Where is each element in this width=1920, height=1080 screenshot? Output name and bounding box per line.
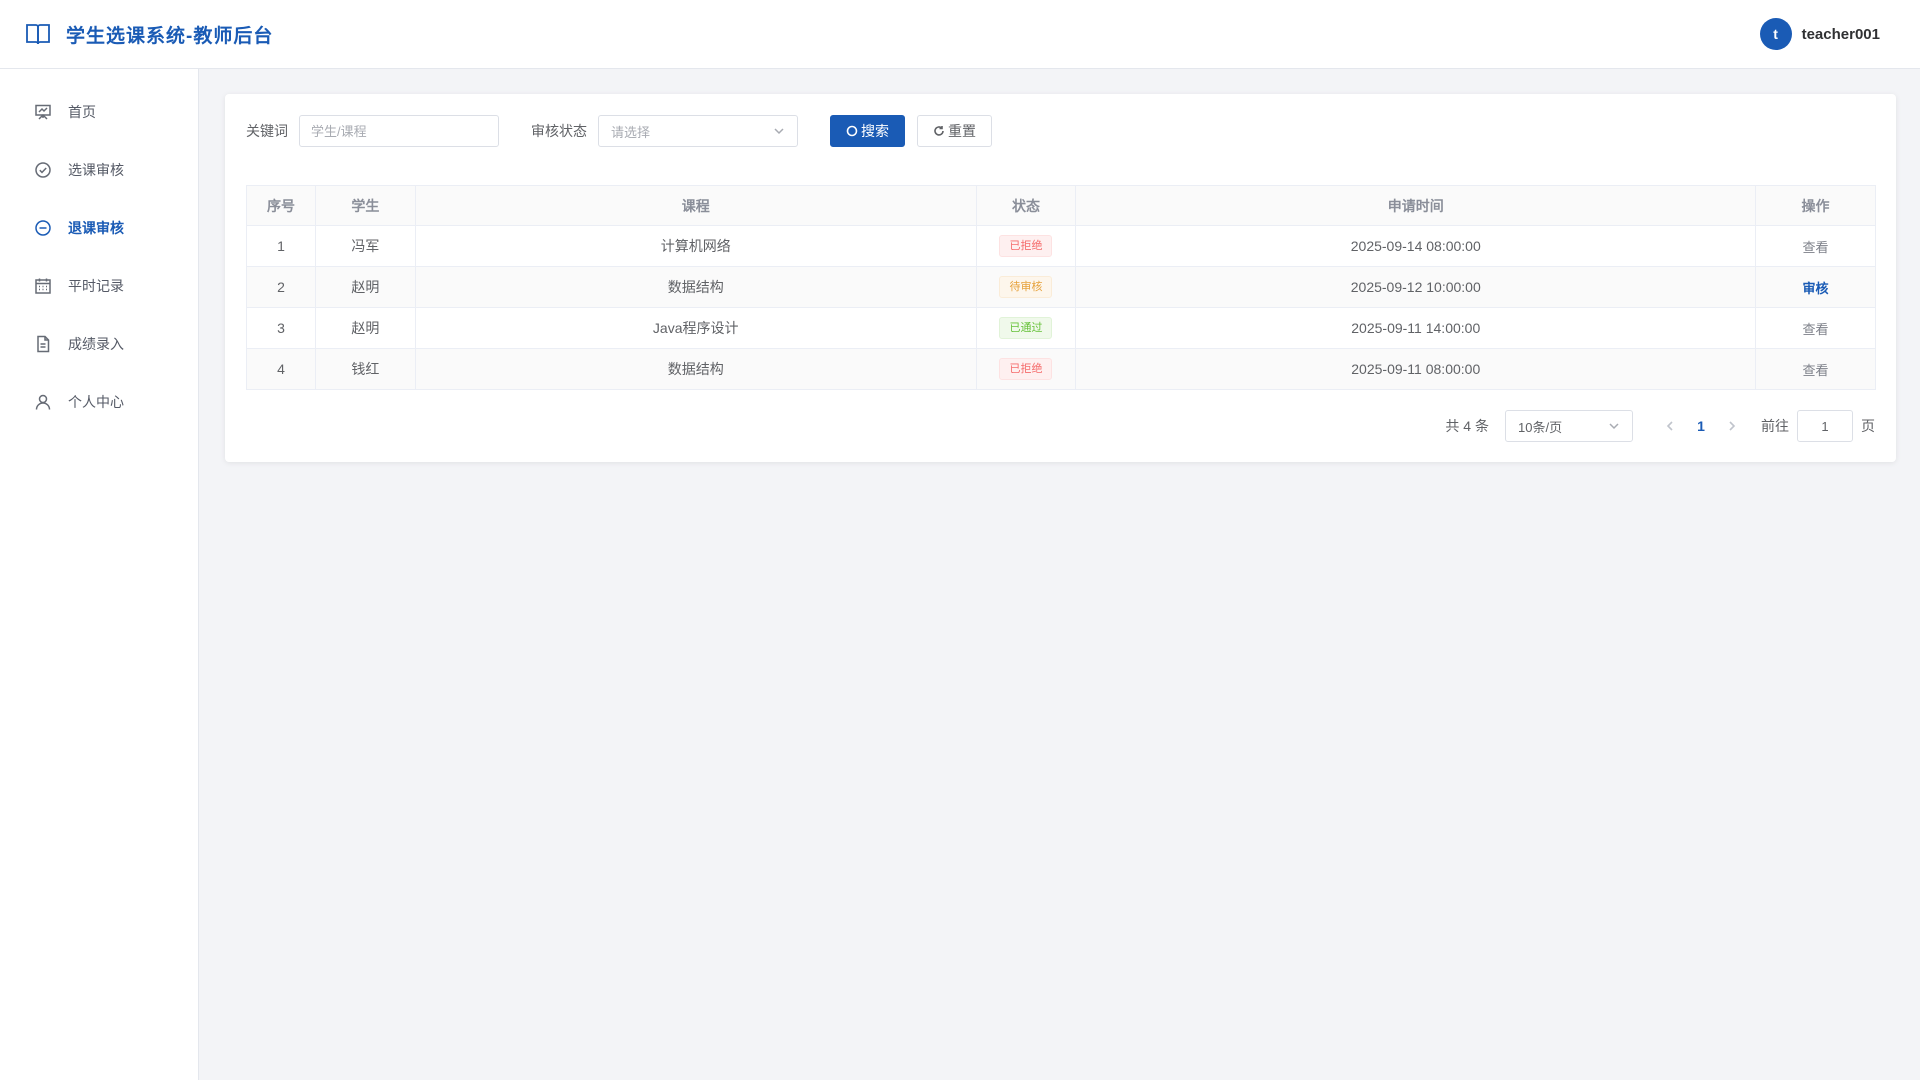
cell-student: 冯军 <box>314 225 416 267</box>
column-header-student: 学生 <box>314 185 416 226</box>
keyword-label: 关键词 <box>246 123 288 139</box>
page-number-current[interactable]: 1 <box>1685 418 1717 434</box>
search-button-label: 搜索 <box>861 123 889 139</box>
cell-time: 2025-09-11 14:00:00 <box>1075 307 1757 349</box>
next-page-button[interactable] <box>1717 421 1747 431</box>
column-header-time: 申请时间 <box>1075 185 1757 226</box>
search-button[interactable]: 搜索 <box>830 115 905 147</box>
sidebar: 首页 选课审核 退课审核 平时记录 成绩录入 个人中心 <box>0 69 199 1080</box>
sidebar-item-home[interactable]: 首页 <box>0 83 198 141</box>
view-link[interactable]: 查看 <box>1803 240 1829 255</box>
reset-button[interactable]: 重置 <box>917 115 992 147</box>
status-select[interactable]: 请选择 <box>598 115 798 147</box>
status-select-placeholder: 请选择 <box>611 124 651 140</box>
prev-page-button[interactable] <box>1655 421 1685 431</box>
review-link[interactable]: 审核 <box>1803 281 1829 296</box>
status-label: 审核状态 <box>531 123 587 139</box>
cell-student: 赵明 <box>314 266 416 308</box>
sidebar-item-label: 成绩录入 <box>68 336 124 352</box>
table-row: 1 冯军 计算机网络 已拒绝 2025-09-14 08:00:00 查看 <box>246 225 1876 267</box>
table-row: 3 赵明 Java程序设计 已通过 2025-09-11 14:00:00 查看 <box>246 307 1876 349</box>
view-link[interactable]: 查看 <box>1803 322 1829 337</box>
username[interactable]: teacher001 <box>1802 26 1880 43</box>
cell-time: 2025-09-11 08:00:00 <box>1075 348 1757 390</box>
column-header-status: 状态 <box>975 185 1077 226</box>
status-badge: 已拒绝 <box>999 235 1053 257</box>
sidebar-item-daily-record[interactable]: 平时记录 <box>0 257 198 315</box>
chevron-left-icon <box>1666 421 1673 431</box>
cell-student: 赵明 <box>314 307 416 349</box>
cell-status: 已拒绝 <box>975 225 1077 267</box>
search-icon <box>846 125 858 137</box>
cell-status: 已通过 <box>975 307 1077 349</box>
cell-course: 数据结构 <box>414 348 977 390</box>
status-badge: 已拒绝 <box>999 358 1053 380</box>
sidebar-item-drop-review[interactable]: 退课审核 <box>0 199 198 257</box>
sidebar-item-grade-entry[interactable]: 成绩录入 <box>0 315 198 373</box>
cell-action: 审核 <box>1755 266 1876 308</box>
book-icon <box>26 24 50 45</box>
minus-circle-icon <box>35 220 51 236</box>
cell-action: 查看 <box>1755 307 1876 349</box>
status-badge: 已通过 <box>999 317 1053 339</box>
chevron-down-icon <box>774 128 784 135</box>
table-row: 2 赵明 数据结构 待审核 2025-09-12 10:00:00 审核 <box>246 266 1876 308</box>
cell-index: 2 <box>246 266 316 308</box>
avatar[interactable]: t <box>1759 18 1792 50</box>
page-size-value: 10条/页 <box>1518 419 1563 435</box>
cell-time: 2025-09-14 08:00:00 <box>1075 225 1757 267</box>
check-circle-icon <box>35 162 51 178</box>
goto-page-input[interactable] <box>1797 410 1853 442</box>
sidebar-item-label: 个人中心 <box>68 394 124 410</box>
user-icon <box>35 394 51 410</box>
calendar-icon <box>35 278 51 294</box>
column-header-index: 序号 <box>246 185 316 226</box>
cell-action: 查看 <box>1755 225 1876 267</box>
page-unit-label: 页 <box>1861 418 1875 434</box>
sidebar-item-enroll-review[interactable]: 选课审核 <box>0 141 198 199</box>
chevron-right-icon <box>1729 421 1736 431</box>
document-icon <box>37 335 50 353</box>
cell-index: 1 <box>246 225 316 267</box>
status-badge: 待审核 <box>999 276 1053 298</box>
filter-bar: 关键词 审核状态 请选择 搜索 重置 <box>246 115 992 147</box>
pagination: 共 4 条 10条/页 1 前往 页 <box>1445 410 1875 442</box>
keyword-input[interactable] <box>299 115 499 147</box>
sidebar-item-label: 平时记录 <box>68 278 124 294</box>
cell-course: 计算机网络 <box>414 225 977 267</box>
column-header-action: 操作 <box>1755 185 1876 226</box>
app-title: 学生选课系统-教师后台 <box>66 25 274 47</box>
main-card: 关键词 审核状态 请选择 搜索 重置 序号 学生 课程 <box>225 94 1896 462</box>
top-header: 学生选课系统-教师后台 t teacher001 <box>0 0 1920 69</box>
cell-status: 待审核 <box>975 266 1077 308</box>
sidebar-item-label: 首页 <box>68 104 96 120</box>
column-header-course: 课程 <box>414 185 977 226</box>
user-menu[interactable]: t teacher001 <box>1759 18 1880 50</box>
cell-student: 钱红 <box>314 348 416 390</box>
cell-index: 4 <box>246 348 316 390</box>
table-row: 4 钱红 数据结构 已拒绝 2025-09-11 08:00:00 查看 <box>246 348 1876 390</box>
cell-time: 2025-09-12 10:00:00 <box>1075 266 1757 308</box>
drop-review-table: 序号 学生 课程 状态 申请时间 操作 1 冯军 计算机网络 已拒绝 2025-… <box>246 185 1876 390</box>
sidebar-item-profile[interactable]: 个人中心 <box>0 373 198 431</box>
cell-action: 查看 <box>1755 348 1876 390</box>
page-size-select[interactable]: 10条/页 <box>1505 410 1633 442</box>
sidebar-item-label: 选课审核 <box>68 162 124 178</box>
goto-label: 前往 <box>1761 418 1789 434</box>
reset-button-label: 重置 <box>948 123 976 139</box>
cell-status: 已拒绝 <box>975 348 1077 390</box>
total-count: 共 4 条 <box>1445 418 1489 434</box>
brand: 学生选课系统-教师后台 <box>24 20 273 48</box>
sidebar-item-label: 退课审核 <box>68 220 124 236</box>
cell-index: 3 <box>246 307 316 349</box>
refresh-icon <box>934 126 944 136</box>
view-link[interactable]: 查看 <box>1803 363 1829 378</box>
dashboard-icon <box>35 104 51 120</box>
cell-course: Java程序设计 <box>414 307 977 349</box>
cell-course: 数据结构 <box>414 266 977 308</box>
table-header-row: 序号 学生 课程 状态 申请时间 操作 <box>246 185 1876 226</box>
chevron-down-icon <box>1609 423 1619 430</box>
